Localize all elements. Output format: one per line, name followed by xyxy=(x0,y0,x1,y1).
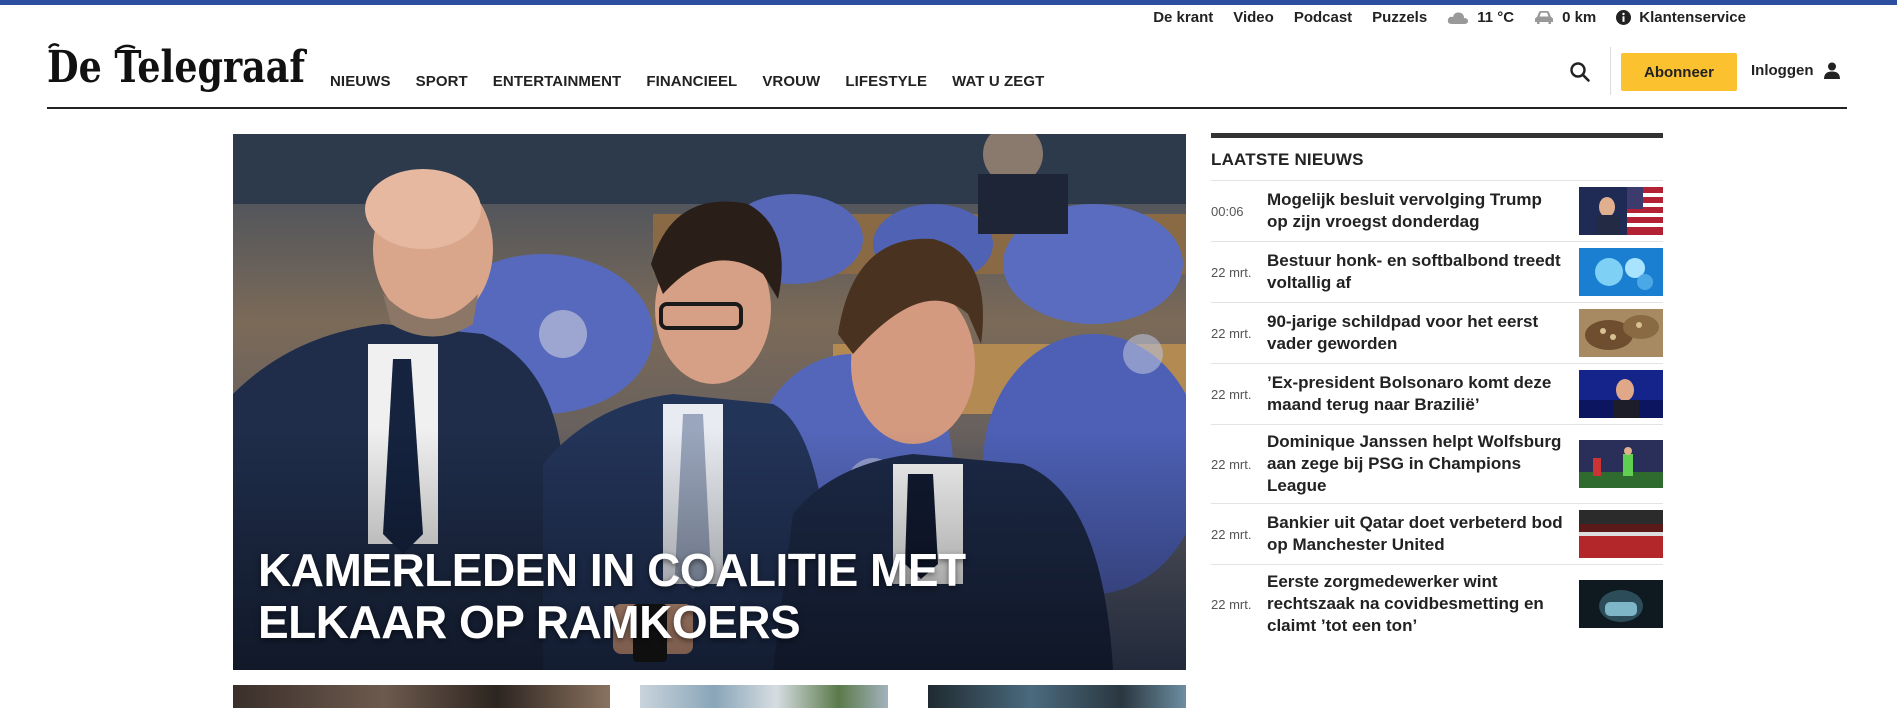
news-headline[interactable]: Eerste zorgmedewerker wint rechtszaak na… xyxy=(1267,571,1577,637)
telegraaf-logo-icon: De Telegraaf xyxy=(47,42,308,93)
customer-service-label: Klantenservice xyxy=(1639,9,1746,26)
news-headline[interactable]: Mogelijk besluit vervolging Trump op zij… xyxy=(1267,189,1577,233)
news-thumbnail xyxy=(1579,370,1663,418)
nav-item-nieuws[interactable]: NIEUWS xyxy=(330,73,391,90)
cloud-icon xyxy=(1448,11,1469,24)
main-nav: NIEUWS SPORT ENTERTAINMENT FINANCIEEL VR… xyxy=(330,73,1069,90)
latest-news-list: 00:06 Mogelijk besluit vervolging Trump … xyxy=(1211,180,1663,643)
customer-service-link[interactable]: Klantenservice xyxy=(1616,9,1746,26)
news-item[interactable]: 22 mrt. Dominique Janssen helpt Wolfsbur… xyxy=(1211,424,1663,503)
news-thumbnail xyxy=(1579,510,1663,558)
weather-temp: 11 °C xyxy=(1477,9,1515,26)
news-time: 22 mrt. xyxy=(1211,264,1252,280)
news-item[interactable]: 22 mrt. ’Ex-president Bolsonaro komt dez… xyxy=(1211,363,1663,424)
news-time: 22 mrt. xyxy=(1211,596,1252,612)
news-thumbnail xyxy=(1579,187,1663,235)
search-icon xyxy=(1570,62,1590,82)
traffic-km: 0 km xyxy=(1562,9,1597,26)
nav-item-financieel[interactable]: FINANCIEEL xyxy=(646,73,737,90)
header-rule xyxy=(47,107,1847,109)
hero-title[interactable]: KAMERLEDEN IN COALITIE MET ELKAAR OP RAM… xyxy=(258,544,1158,648)
search-button[interactable] xyxy=(1569,61,1591,83)
top-accent-bar xyxy=(0,0,1897,5)
utility-link-puzzels[interactable]: Puzzels xyxy=(1372,9,1427,26)
utility-link-podcast[interactable]: Podcast xyxy=(1294,9,1352,26)
utility-nav: De krant Video Podcast Puzzels 11 °C 0 k… xyxy=(1153,9,1746,26)
hero-article[interactable]: KAMERLEDEN IN COALITIE MET ELKAAR OP RAM… xyxy=(233,134,1186,670)
news-time: 22 mrt. xyxy=(1211,456,1252,472)
news-item[interactable]: 22 mrt. 90-jarige schildpad voor het eer… xyxy=(1211,302,1663,363)
teaser-card[interactable] xyxy=(233,685,610,708)
user-icon xyxy=(1823,62,1840,79)
teaser-card[interactable] xyxy=(640,685,888,708)
nav-item-entertainment[interactable]: ENTERTAINMENT xyxy=(493,73,622,90)
traffic-widget[interactable]: 0 km xyxy=(1534,9,1596,26)
nav-item-lifestyle[interactable]: LIFESTYLE xyxy=(845,73,927,90)
weather-widget[interactable]: 11 °C xyxy=(1447,9,1514,26)
news-thumbnail xyxy=(1579,248,1663,296)
login-button[interactable]: Inloggen xyxy=(1751,62,1840,79)
utility-link-video[interactable]: Video xyxy=(1233,9,1274,26)
subscribe-button[interactable]: Abonneer xyxy=(1621,53,1737,91)
news-headline[interactable]: ’Ex-president Bolsonaro komt deze maand … xyxy=(1267,372,1577,416)
svg-text:De Telegraaf: De Telegraaf xyxy=(47,42,308,93)
nav-item-wat-u-zegt[interactable]: WAT U ZEGT xyxy=(952,73,1044,90)
login-label: Inloggen xyxy=(1751,62,1814,79)
site-logo[interactable]: De Telegraaf xyxy=(47,38,309,96)
news-time: 22 mrt. xyxy=(1211,386,1252,402)
news-headline[interactable]: 90-jarige schildpad voor het eerst vader… xyxy=(1267,311,1577,355)
latest-news-panel: LAATSTE NIEUWS 00:06 Mogelijk besluit ve… xyxy=(1211,133,1663,643)
latest-news-bar xyxy=(1211,133,1663,138)
news-item[interactable]: 00:06 Mogelijk besluit vervolging Trump … xyxy=(1211,180,1663,241)
nav-item-vrouw[interactable]: VROUW xyxy=(762,73,820,90)
news-item[interactable]: 22 mrt. Bestuur honk- en softbalbond tre… xyxy=(1211,241,1663,302)
news-headline[interactable]: Bankier uit Qatar doet verbeterd bod op … xyxy=(1267,512,1577,556)
utility-link-krant[interactable]: De krant xyxy=(1153,9,1213,26)
news-time: 22 mrt. xyxy=(1211,325,1252,341)
news-time: 00:06 xyxy=(1211,203,1244,219)
header-divider xyxy=(1610,47,1611,95)
news-item[interactable]: 22 mrt. Bankier uit Qatar doet verbeterd… xyxy=(1211,503,1663,564)
car-icon xyxy=(1535,11,1554,24)
news-headline[interactable]: Bestuur honk- en softbalbond treedt volt… xyxy=(1267,250,1577,294)
latest-news-title: LAATSTE NIEUWS xyxy=(1211,150,1364,169)
info-icon xyxy=(1616,10,1632,25)
news-thumbnail xyxy=(1579,580,1663,628)
teaser-card[interactable] xyxy=(928,685,1186,708)
news-time: 22 mrt. xyxy=(1211,526,1252,542)
news-item[interactable]: 22 mrt. Eerste zorgmedewerker wint recht… xyxy=(1211,564,1663,643)
news-thumbnail xyxy=(1579,309,1663,357)
news-thumbnail xyxy=(1579,440,1663,488)
nav-item-sport[interactable]: SPORT xyxy=(416,73,468,90)
news-headline[interactable]: Dominique Janssen helpt Wolfsburg aan ze… xyxy=(1267,431,1577,497)
